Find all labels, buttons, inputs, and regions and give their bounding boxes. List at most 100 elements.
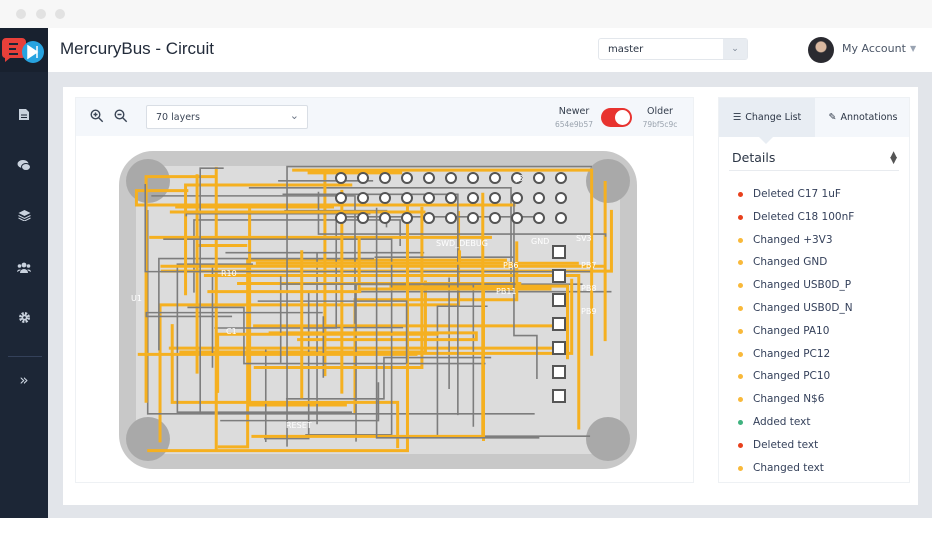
window-maximize-button[interactable] — [55, 9, 65, 19]
pcb-pad — [555, 192, 567, 204]
changed-status-dot — [738, 397, 743, 403]
pcb-board[interactable]: J3 GND SWD_DEBUG PB6 PB7 PB8 PB9 PB11 U1 C1 RESET S… — [76, 136, 693, 482]
pcb-pad — [489, 192, 501, 204]
change-text: Changed USB0D_N — [753, 301, 853, 314]
list-item[interactable]: Changed USB0D_P — [738, 279, 854, 302]
chat-icon[interactable] — [14, 155, 34, 175]
tab-change-list[interactable]: ☰ Change List — [719, 98, 815, 137]
pcb-pad — [555, 172, 567, 184]
pcb-label: PB8 — [581, 284, 596, 293]
chevron-down-icon[interactable]: ⌄ — [723, 39, 747, 59]
pcb-pad — [467, 192, 479, 204]
change-text: Deleted text — [753, 438, 819, 451]
zoom-out-icon[interactable] — [114, 109, 130, 125]
pcb-pad — [552, 365, 566, 379]
change-list: Deleted C17 1uF Deleted C18 100nF Changed … — [738, 188, 854, 484]
changed-status-dot — [738, 351, 743, 357]
main-content: 70 layers ⌄ Newer 654e9b57 Older 79bf5c9c… — [48, 72, 932, 518]
tab-label: Change List — [745, 112, 802, 123]
caret-down-icon[interactable]: ▼ — [910, 44, 916, 53]
pcb-pad — [552, 317, 566, 331]
page-title: MercuryBus - Circuit — [60, 39, 214, 58]
avatar[interactable] — [808, 37, 834, 63]
pcb-label: SV3 — [576, 234, 592, 243]
pcb-pad — [555, 212, 567, 224]
list-item[interactable]: Changed +3V3 — [738, 234, 854, 257]
users-icon[interactable] — [14, 257, 34, 277]
pcb-pad — [533, 212, 545, 224]
change-text: Changed PA10 — [753, 324, 830, 337]
layers-select[interactable]: 70 layers ⌄ — [146, 105, 308, 129]
pcb-pad — [467, 172, 479, 184]
list-item[interactable]: Changed USB0D_N — [738, 302, 854, 325]
deleted-status-dot — [738, 442, 743, 448]
account-menu[interactable]: My Account — [842, 42, 906, 55]
window-close-button[interactable] — [16, 9, 26, 19]
list-item[interactable]: Changed PC12 — [738, 348, 854, 371]
pcb-pad — [552, 389, 566, 403]
list-item[interactable]: Deleted C18 100nF — [738, 211, 854, 234]
gear-icon[interactable] — [14, 307, 34, 327]
window-minimize-button[interactable] — [36, 9, 46, 19]
pcb-label: PB7 — [581, 261, 596, 270]
branch-select[interactable]: master ⌄ — [598, 38, 748, 60]
app-header: MercuryBus - Circuit master ⌄ My Account … — [48, 28, 932, 72]
pcb-label: PB11 — [496, 287, 517, 296]
tab-annotations[interactable]: ✎ Annotations — [815, 98, 911, 137]
double-chevron-right-icon[interactable]: » — [14, 370, 34, 390]
pcb-canvas[interactable]: J3 GND SWD_DEBUG PB6 PB7 PB8 PB9 PB11 U1 C1 RESET S… — [76, 136, 693, 482]
pcb-pad — [552, 293, 566, 307]
added-status-dot — [738, 419, 743, 425]
list-item[interactable]: Deleted text — [738, 439, 854, 462]
pcb-label: R10 — [221, 269, 237, 278]
list-item[interactable]: Changed PC10 — [738, 370, 854, 393]
viewer-toolbar: 70 layers ⌄ Newer 654e9b57 Older 79bf5c9c — [76, 98, 693, 136]
newer-label: Newer — [558, 106, 590, 117]
pcb-pad — [552, 245, 566, 259]
pcb-pad — [533, 172, 545, 184]
list-item[interactable]: Changed PA10 — [738, 325, 854, 348]
pcb-pad — [552, 341, 566, 355]
circuit-viewer: 70 layers ⌄ Newer 654e9b57 Older 79bf5c9c… — [75, 97, 694, 483]
sort-icon[interactable]: ▲ ▼ — [890, 151, 897, 166]
pcb-pad — [335, 212, 347, 224]
pcb-pad — [401, 212, 413, 224]
layers-icon[interactable] — [14, 205, 34, 225]
pcb-pad — [335, 172, 347, 184]
file-icon[interactable] — [14, 104, 34, 124]
pcb-pad — [467, 212, 479, 224]
pcb-pad — [489, 172, 501, 184]
zoom-in-icon[interactable] — [90, 109, 106, 125]
change-text: Deleted C17 1uF — [753, 188, 841, 200]
pcb-pad — [423, 212, 435, 224]
changed-status-dot — [738, 283, 743, 289]
list-item[interactable]: Changed text — [738, 462, 854, 485]
details-heading: Details — [732, 150, 776, 165]
pcb-label: RESET — [286, 421, 312, 430]
list-item[interactable]: Changed N$6 — [738, 393, 854, 416]
pcb-label: PB9 — [581, 307, 596, 316]
list-item[interactable]: Deleted C17 1uF — [738, 188, 854, 211]
pcb-pad — [423, 172, 435, 184]
pencil-icon: ✎ — [828, 112, 837, 123]
sidebar: » — [0, 28, 48, 518]
change-text: Changed PC10 — [753, 370, 831, 383]
older-label: Older — [647, 106, 673, 117]
pcb-pad — [489, 212, 501, 224]
deleted-status-dot — [738, 192, 743, 197]
changes-panel: ☰ Change List ✎ Annotations Details ▲ ▼ Del… — [718, 97, 910, 483]
pcb-pad — [357, 212, 369, 224]
sidebar-divider — [8, 356, 42, 357]
pcb-label: PB6 — [503, 261, 518, 270]
version-toggle[interactable] — [601, 108, 632, 127]
older-hash: 79bf5c9c — [642, 120, 678, 129]
pcb-label: U1 — [131, 294, 142, 303]
divider — [729, 170, 899, 171]
chevron-down-icon: ⌄ — [289, 109, 299, 122]
list-item[interactable]: Added text — [738, 416, 854, 439]
newer-hash: 654e9b57 — [554, 120, 593, 129]
list-item[interactable]: Changed GND — [738, 256, 854, 279]
change-text: Changed USB0D_P — [753, 279, 852, 292]
app-logo[interactable] — [0, 28, 48, 72]
pcb-pad — [445, 192, 457, 204]
